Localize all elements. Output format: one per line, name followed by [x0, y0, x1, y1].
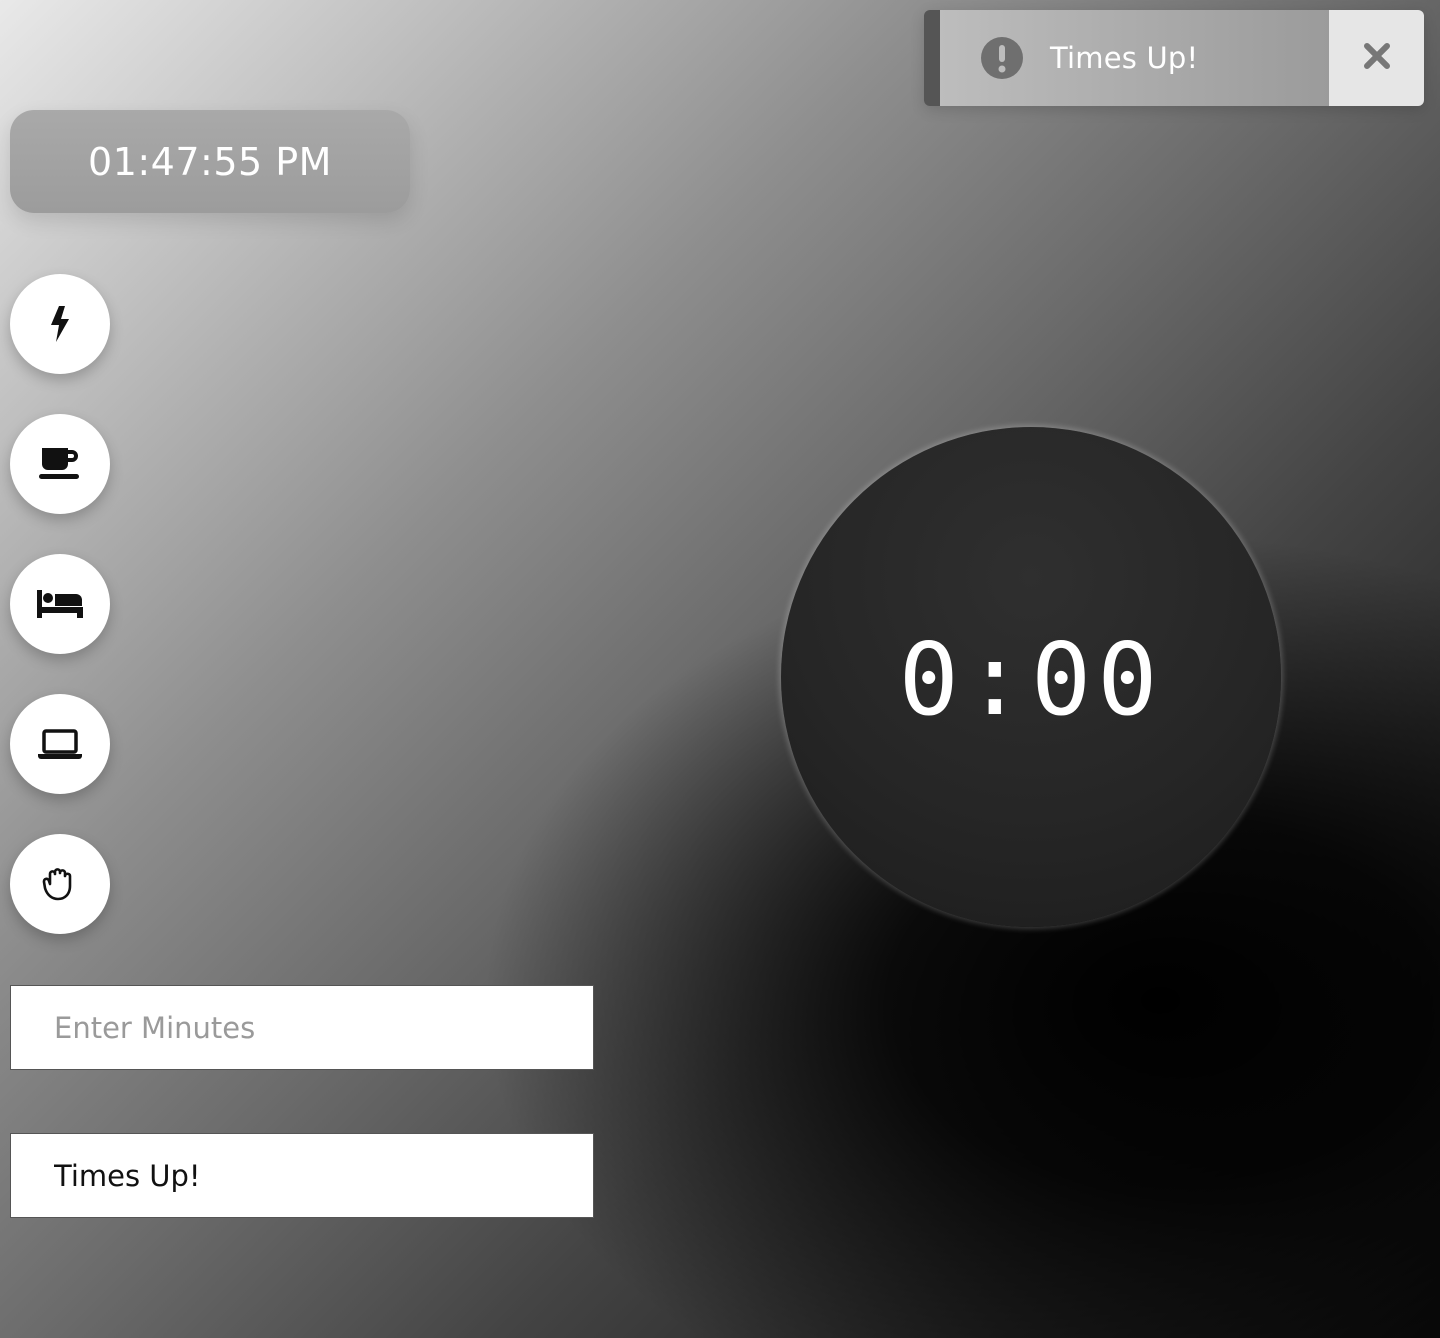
rest-mode-button[interactable] — [10, 554, 110, 654]
exclamation-circle-icon — [980, 36, 1024, 80]
current-time-clock: 01:47:55 PM — [10, 110, 410, 213]
toast-notification: Times Up! — [924, 10, 1424, 106]
coffee-icon — [38, 446, 82, 482]
focus-mode-button[interactable] — [10, 274, 110, 374]
toast-stripe — [924, 10, 940, 106]
hand-icon — [41, 866, 79, 902]
toast-close-button[interactable] — [1329, 10, 1424, 106]
timer-display: 0:00 — [898, 620, 1164, 738]
clock-time: 01:47:55 PM — [88, 139, 332, 184]
laptop-icon — [37, 728, 83, 760]
toast-message: Times Up! — [1050, 41, 1199, 75]
message-input[interactable] — [10, 1133, 594, 1218]
minutes-input[interactable] — [10, 985, 594, 1070]
stop-mode-button[interactable] — [10, 834, 110, 934]
countdown-timer: 0:00 — [781, 427, 1281, 927]
close-icon — [1362, 41, 1392, 75]
bed-icon — [36, 588, 84, 620]
break-mode-button[interactable] — [10, 414, 110, 514]
toast-body: Times Up! — [940, 10, 1329, 106]
work-mode-button[interactable] — [10, 694, 110, 794]
bolt-icon — [47, 304, 73, 344]
